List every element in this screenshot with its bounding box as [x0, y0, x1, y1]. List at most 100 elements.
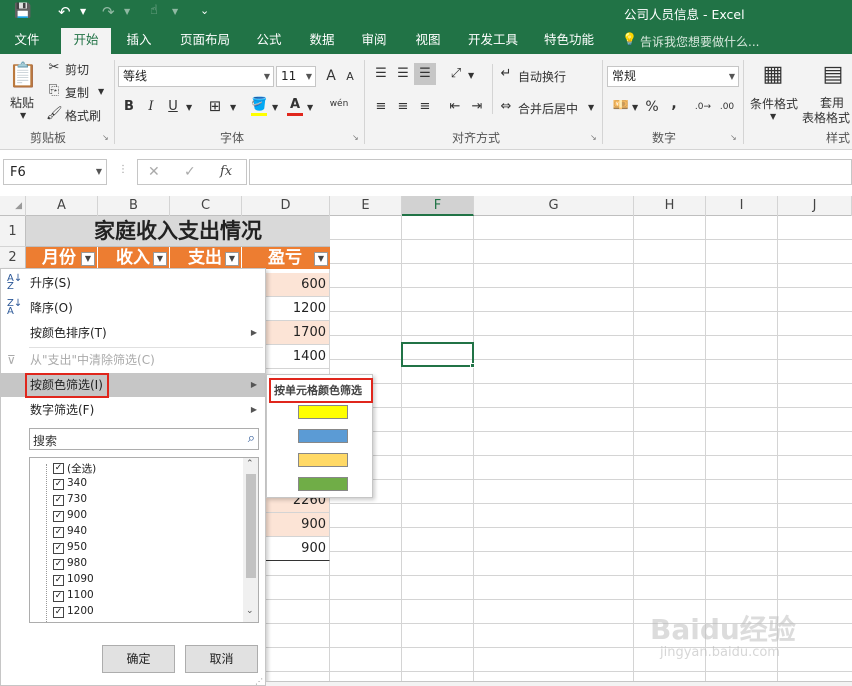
cancel-icon[interactable]: ✕ — [148, 164, 160, 180]
merge-dropdown-icon[interactable]: ▼ — [588, 103, 594, 112]
filter-active-icon[interactable]: ▼ — [225, 252, 239, 266]
col-header-b[interactable]: B — [98, 196, 170, 216]
orientation-dropdown-icon[interactable]: ▼ — [468, 71, 474, 80]
phonetic-button[interactable]: wén — [326, 96, 352, 112]
alignment-launcher-icon[interactable]: ↘ — [590, 133, 597, 142]
filter-search-box[interactable]: 搜索 ⌕ — [29, 428, 259, 450]
percent-button[interactable]: % — [644, 99, 660, 115]
font-name-combo[interactable]: 等线 ▼ — [118, 66, 274, 87]
format-painter-button[interactable]: 格式刷 — [65, 107, 101, 124]
table-format-button-2[interactable]: 表格格式 — [802, 109, 850, 126]
tab-developer[interactable]: 开发工具 — [462, 26, 524, 54]
enter-icon[interactable]: ✓ — [184, 164, 196, 180]
filter-dropdown-icon[interactable]: ▼ — [314, 252, 328, 266]
tab-insert[interactable]: 插入 — [117, 26, 161, 54]
d-cell[interactable]: 600 — [266, 273, 330, 297]
conditional-format-button[interactable]: 条件格式 — [750, 95, 798, 112]
paste-dropdown-icon[interactable]: ▼ — [20, 111, 26, 120]
filter-checkbox[interactable]: ✓ — [53, 607, 64, 618]
d-cell[interactable]: 1200 — [266, 297, 330, 321]
tell-me-box[interactable]: 告诉我您想要做什么... — [640, 33, 759, 50]
underline-dropdown-icon[interactable]: ▼ — [186, 103, 192, 112]
select-all-corner[interactable]: ◢ — [0, 196, 26, 216]
color-swatch-green[interactable] — [298, 477, 348, 491]
save-icon[interactable]: 💾 — [14, 3, 31, 19]
borders-icon[interactable]: ⊞ — [207, 98, 223, 114]
underline-button[interactable]: U — [166, 99, 180, 115]
col-header-j[interactable]: J — [778, 196, 852, 216]
number-format-combo[interactable]: 常规 ▼ — [607, 66, 739, 87]
touch-mode-icon[interactable]: ☝ — [150, 3, 158, 18]
selected-cell[interactable] — [401, 342, 474, 367]
filter-checkbox[interactable]: ✓ — [53, 543, 64, 554]
copy-dropdown-icon[interactable]: ▼ — [98, 87, 104, 96]
header-cell-month[interactable]: 月份 ▼ — [26, 247, 98, 269]
color-swatch-gold[interactable] — [298, 453, 348, 467]
clipboard-launcher-icon[interactable]: ↘ — [102, 133, 109, 142]
filter-checkbox[interactable]: ✓ — [53, 511, 64, 522]
align-left-icon[interactable]: ≡ — [372, 99, 390, 115]
align-top-icon[interactable]: ☰ — [372, 66, 390, 82]
decrease-decimal-icon[interactable]: .00 — [718, 99, 736, 115]
wrap-text-button[interactable]: 自动换行 — [518, 68, 566, 85]
header-cell-income[interactable]: 收入 ▼ — [98, 247, 170, 269]
col-header-h[interactable]: H — [634, 196, 706, 216]
paste-button[interactable]: 粘贴 — [10, 94, 34, 111]
color-swatch-blue[interactable] — [298, 429, 348, 443]
font-color-dropdown-icon[interactable]: ▼ — [307, 103, 313, 112]
header-cell-profit[interactable]: 盈亏 ▼ — [242, 247, 330, 269]
tab-data[interactable]: 数据 — [302, 26, 342, 54]
cond-format-dropdown-icon[interactable]: ▼ — [770, 112, 776, 121]
align-right-icon[interactable]: ≡ — [416, 99, 434, 115]
grow-font-button[interactable]: A — [324, 68, 338, 84]
bold-button[interactable]: B — [122, 99, 136, 115]
redo-dropdown-icon[interactable]: ▼ — [124, 7, 130, 16]
qat-dropdown-icon[interactable]: ▼ — [172, 7, 178, 16]
italic-button[interactable]: I — [144, 99, 158, 115]
fill-color-dropdown-icon[interactable]: ▼ — [272, 103, 278, 112]
currency-icon[interactable]: 💴 — [612, 98, 630, 114]
menu-number-filter[interactable]: 数字筛选(F) ▶ — [1, 398, 265, 422]
tab-formulas[interactable]: 公式 — [249, 26, 289, 54]
align-center-icon[interactable]: ≡ — [394, 99, 412, 115]
orientation-icon[interactable]: ⤢ — [448, 66, 464, 82]
tab-review[interactable]: 审阅 — [354, 26, 394, 54]
filter-checkbox[interactable]: ✓ — [53, 559, 64, 570]
resize-grip-icon[interactable]: ⋰ — [255, 677, 263, 686]
font-color-icon[interactable]: A — [287, 97, 303, 116]
tab-page-layout[interactable]: 页面布局 — [170, 26, 240, 54]
filter-checkbox[interactable]: ✓ — [53, 527, 64, 538]
menu-sort-asc[interactable]: 升序(S) — [1, 271, 265, 295]
menu-sort-desc[interactable]: 降序(O) — [1, 296, 265, 320]
sheet-title-cell[interactable]: 家庭收入支出情况 — [26, 216, 330, 247]
d-cell[interactable]: 900 — [266, 513, 330, 537]
number-launcher-icon[interactable]: ↘ — [730, 133, 737, 142]
filter-dropdown-icon[interactable]: ▼ — [81, 252, 95, 266]
filter-checkbox[interactable]: ✓ — [53, 495, 64, 506]
filter-dropdown-icon[interactable]: ▼ — [153, 252, 167, 266]
scroll-up-icon[interactable]: ⌃ — [246, 459, 254, 469]
align-middle-icon[interactable]: ☰ — [394, 66, 412, 82]
d-cell[interactable]: 900 — [266, 537, 330, 561]
table-format-icon[interactable]: ▤ — [818, 60, 848, 90]
merge-center-button[interactable]: 合并后居中 — [518, 100, 578, 117]
fill-handle[interactable] — [470, 363, 475, 368]
tab-special[interactable]: 特色功能 — [538, 26, 600, 54]
row-header-2[interactable]: 2 — [0, 247, 26, 269]
shrink-font-button[interactable]: A — [344, 69, 356, 85]
filter-checkbox[interactable]: ✓ — [53, 479, 64, 490]
col-header-f[interactable]: F — [402, 196, 474, 216]
filter-checkbox[interactable]: ✓ — [53, 591, 64, 602]
menu-sort-by-color[interactable]: 按颜色排序(T) ▶ — [1, 321, 265, 345]
font-launcher-icon[interactable]: ↘ — [352, 133, 359, 142]
scroll-thumb[interactable] — [246, 474, 256, 578]
color-swatch-yellow[interactable] — [298, 405, 348, 419]
col-header-i[interactable]: I — [706, 196, 778, 216]
comma-button[interactable]: , — [668, 96, 680, 112]
name-box[interactable]: F6 ▼ — [3, 159, 107, 185]
header-cell-expense[interactable]: 支出 ▼ — [170, 247, 242, 269]
paste-icon[interactable]: 📋 — [8, 60, 38, 90]
tab-home[interactable]: 开始 — [61, 28, 111, 54]
cancel-button[interactable]: 取消 — [185, 645, 258, 673]
conditional-format-icon[interactable]: ▦ — [758, 60, 788, 90]
